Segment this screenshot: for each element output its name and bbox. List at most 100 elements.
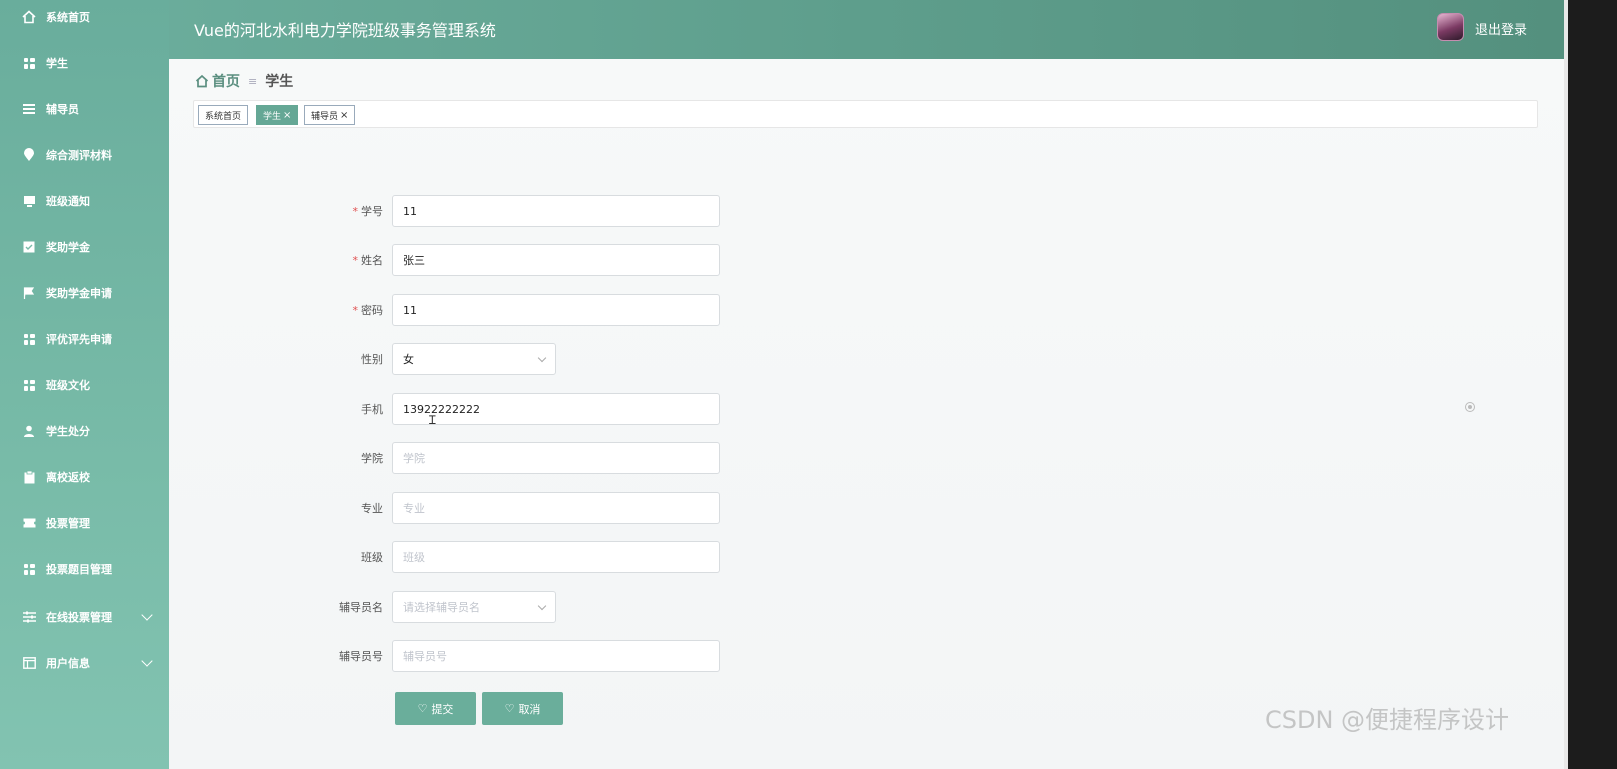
sidebar-item-label: 评优评先申请 [46, 333, 112, 346]
field-label: 性别 [361, 353, 383, 366]
scrollbar-track[interactable] [1564, 0, 1568, 769]
field-label: 专业 [361, 502, 383, 515]
password-input[interactable] [392, 294, 720, 326]
required-mark: * [352, 304, 359, 317]
sidebar-item-label: 奖助学金 [46, 241, 90, 254]
field-label: * 姓名 [352, 254, 384, 267]
breadcrumb: 首页 ≡ 学生 [195, 71, 293, 91]
tag-home[interactable]: 系统首页 [198, 105, 249, 125]
grid-icon [22, 56, 36, 70]
form-row-student-id: * 学号 [169, 195, 384, 227]
cancel-label: 取消 [518, 702, 541, 716]
sidebar-item-label: 投票题目管理 [46, 563, 112, 576]
watermark: CSDN @便捷程序设计 [1265, 706, 1510, 734]
circle-icon [1465, 402, 1475, 412]
sidebar-item-home[interactable]: 系统首页 [0, 0, 169, 37]
sidebar-item-user-info[interactable]: 用户信息 [0, 643, 169, 683]
submit-button[interactable]: ♡ 提交 [395, 692, 476, 725]
sidebar-item-label: 班级通知 [46, 195, 90, 208]
home-icon [22, 10, 36, 24]
tag-label: 系统首页 [205, 111, 242, 122]
breadcrumb-home[interactable]: 首页 [212, 71, 240, 91]
close-icon[interactable]: × [283, 110, 291, 121]
required-mark: * [352, 254, 359, 267]
gender-select[interactable]: 女 [392, 343, 556, 375]
sidebar-item-label: 离校返校 [46, 471, 90, 484]
submit-label: 提交 [431, 702, 454, 716]
sidebar-item-label: 班级文化 [46, 379, 90, 392]
sliders-icon [22, 610, 36, 624]
gender-select-value: 女 [403, 353, 414, 366]
sidebar-item-scholarships[interactable]: 奖助学金 [0, 227, 169, 267]
cancel-button[interactable]: ♡ 取消 [482, 692, 563, 725]
tag-students[interactable]: 学生 × [256, 105, 299, 125]
sidebar-item-class-culture[interactable]: 班级文化 [0, 365, 169, 405]
counselor-name-placeholder: 请选择辅导员名 [403, 601, 480, 614]
field-label: 辅导员号 [339, 650, 383, 663]
sidebar-item-scholarship-apply[interactable]: 奖助学金申请 [0, 273, 169, 313]
sidebar-item-class-notices[interactable]: 班级通知 [0, 181, 169, 221]
clipboard-icon [22, 470, 36, 484]
form-row-major: 专业 [169, 492, 383, 524]
student-id-input[interactable] [392, 195, 720, 227]
sidebar-item-vote-manage[interactable]: 投票管理 [0, 503, 169, 543]
field-label: 辅导员名 [339, 601, 383, 614]
chevron-down-icon [141, 608, 153, 621]
breadcrumb-separator: ≡ [248, 74, 258, 88]
tag-label: 辅导员 [311, 111, 339, 122]
sidebar-item-discipline[interactable]: 学生处分 [0, 411, 169, 451]
required-mark: * [352, 205, 359, 218]
top-header: Vue的河北水利电力学院班级事务管理系统 退出登录 [169, 0, 1564, 59]
sidebar-item-label: 学生 [46, 57, 68, 70]
chevron-down-icon [141, 654, 153, 667]
form-row-password: * 密码 [169, 294, 384, 326]
flag-icon [22, 286, 36, 300]
class-input[interactable] [392, 541, 720, 573]
tags-bar: 系统首页 学生 × 辅导员 × [193, 100, 1538, 128]
user-icon [22, 424, 36, 438]
heart-icon: ♡ [417, 702, 428, 715]
chevron-down-icon [537, 601, 547, 611]
sidebar-item-students[interactable]: 学生 [0, 43, 169, 83]
sidebar-item-label: 在线投票管理 [46, 611, 112, 624]
chevron-down-icon [537, 353, 547, 363]
form-row-name: * 姓名 [169, 244, 384, 276]
field-label: 班级 [361, 551, 383, 564]
sidebar-item-label: 用户信息 [46, 657, 90, 670]
tag-label: 学生 [263, 111, 282, 122]
grid-icon [22, 378, 36, 392]
location-icon [22, 148, 36, 162]
sidebar-item-evaluation-materials[interactable]: 综合测评材料 [0, 135, 169, 175]
scrollbar[interactable] [1564, 0, 1617, 769]
major-input[interactable] [392, 492, 720, 524]
sidebar-item-leave-return[interactable]: 离校返校 [0, 457, 169, 497]
close-icon[interactable]: × [340, 110, 348, 121]
form-row-class: 班级 [169, 541, 383, 573]
sidebar-item-online-vote[interactable]: 在线投票管理 [0, 597, 169, 637]
name-input[interactable] [392, 244, 720, 276]
avatar[interactable] [1437, 13, 1464, 41]
text-cursor-icon: Ɪ [429, 413, 436, 427]
college-input[interactable] [392, 442, 720, 474]
phone-input[interactable] [392, 393, 720, 425]
breadcrumb-current: 学生 [265, 74, 294, 90]
form-row-counselor-name: 辅导员名 [169, 591, 383, 623]
form-row-college: 学院 [169, 442, 383, 474]
checkbox-icon [22, 240, 36, 254]
logout-button[interactable]: 退出登录 [1475, 19, 1527, 38]
home-icon [195, 74, 209, 88]
tag-counselors[interactable]: 辅导员 × [304, 105, 356, 125]
counselor-name-select[interactable]: 请选择辅导员名 [392, 591, 556, 623]
sidebar-item-label: 投票管理 [46, 517, 90, 530]
sidebar-item-label: 系统首页 [46, 11, 90, 24]
sidebar-item-label: 综合测评材料 [46, 149, 112, 162]
field-label: 手机 [361, 403, 383, 416]
counselor-id-input[interactable] [392, 640, 720, 672]
field-label: 学院 [361, 452, 383, 465]
sidebar-item-vote-questions[interactable]: 投票题目管理 [0, 549, 169, 589]
app-title: Vue的河北水利电力学院班级事务管理系统 [194, 21, 496, 40]
sidebar-item-counselors[interactable]: 辅导员 [0, 89, 169, 129]
window-icon [22, 656, 36, 670]
heart-icon: ♡ [504, 702, 515, 715]
sidebar-item-award-apply[interactable]: 评优评先申请 [0, 319, 169, 359]
